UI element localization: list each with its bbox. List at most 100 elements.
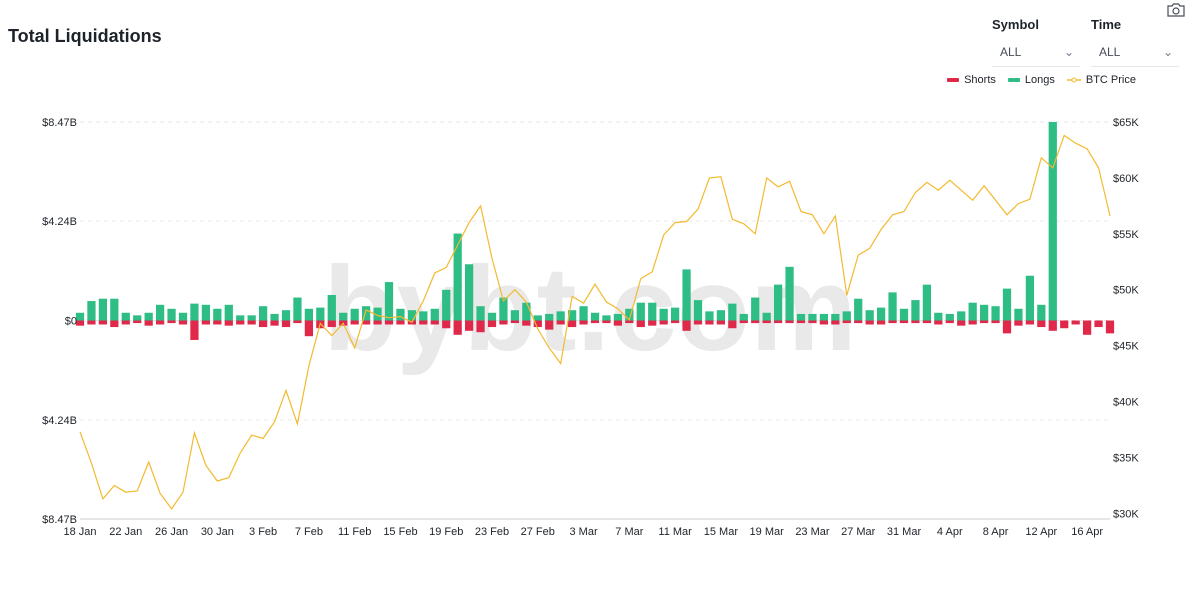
shorts-bar [545, 320, 554, 330]
longs-bar [384, 282, 394, 321]
longs-bar [87, 301, 96, 321]
shorts-bar [133, 320, 142, 324]
longs-bar [407, 310, 417, 321]
shorts-bar [178, 320, 188, 325]
longs-bar [808, 313, 817, 321]
longs-bar [396, 308, 405, 321]
shorts-bar [1060, 320, 1069, 329]
shorts-bar [705, 320, 714, 325]
longs-bar [854, 298, 863, 321]
shorts-bar [281, 320, 291, 328]
longs-bar [110, 298, 119, 321]
longs-bar [716, 310, 726, 321]
longs-bar [682, 269, 691, 321]
shorts-bar [648, 320, 657, 326]
shorts-bar [590, 320, 600, 324]
x-tick-label: 27 Feb [521, 526, 555, 538]
shorts-bar [808, 320, 817, 324]
longs-bar [133, 315, 142, 321]
shorts-bar [430, 320, 439, 325]
x-tick-label: 11 Mar [658, 526, 692, 538]
longs-bar [865, 310, 874, 321]
longs-bar [293, 297, 302, 321]
longs-bar [819, 313, 829, 321]
shorts-bar [304, 320, 314, 337]
shorts-bar [270, 320, 279, 326]
shorts-bar [762, 320, 771, 324]
shorts-bar [350, 320, 359, 325]
longs-bar [762, 312, 771, 321]
shorts-bar [167, 320, 176, 324]
shorts-bar [258, 320, 268, 328]
shorts-bar [751, 320, 760, 324]
shorts-bar [957, 320, 966, 326]
longs-bar [934, 312, 943, 321]
shorts-bar [636, 320, 645, 328]
longs-bar [613, 313, 623, 321]
shorts-bar [396, 320, 405, 325]
shorts-bar [1037, 320, 1046, 328]
shorts-bar [201, 320, 211, 325]
shorts-bar [522, 320, 531, 326]
shorts-bar [1048, 320, 1057, 331]
shorts-bar [236, 320, 245, 325]
shorts-bar [773, 320, 783, 324]
shorts-bar [602, 320, 611, 324]
longs-bar [545, 313, 554, 321]
y-left-tick-label: $8.47B [42, 514, 77, 526]
x-tick-label: 16 Apr [1071, 526, 1103, 538]
shorts-bar [876, 320, 886, 325]
shorts-bar [442, 320, 451, 329]
shorts-bar [785, 320, 794, 324]
shorts-bar [991, 320, 1000, 324]
shorts-bar [190, 320, 199, 340]
shorts-bar [945, 320, 954, 324]
shorts-bar [1002, 320, 1012, 334]
shorts-bar [487, 320, 497, 328]
shorts-bar [144, 320, 153, 326]
longs-bar [1002, 288, 1012, 321]
x-tick-label: 27 Mar [841, 526, 876, 538]
shorts-bar [854, 320, 863, 324]
shorts-bar [1094, 320, 1103, 328]
shorts-bar [1025, 320, 1035, 325]
shorts-bar [213, 320, 222, 325]
shorts-bar [1014, 320, 1023, 326]
longs-bar [258, 306, 268, 321]
longs-bar [1048, 122, 1057, 321]
longs-bar [705, 311, 714, 321]
longs-bar [728, 303, 737, 321]
shorts-bar [567, 320, 577, 328]
x-tick-label: 15 Feb [383, 526, 417, 538]
shorts-bar [968, 320, 977, 325]
y-left-tick-label: $4.24B [42, 415, 77, 427]
x-tick-label: 7 Mar [615, 526, 643, 538]
shorts-bar [579, 320, 588, 325]
shorts-bar [110, 320, 119, 328]
shorts-bar [98, 320, 108, 325]
longs-bar [201, 304, 211, 321]
longs-bar [281, 310, 291, 321]
shorts-bar [499, 320, 508, 325]
longs-bar [648, 302, 657, 321]
longs-bar [213, 308, 222, 321]
shorts-bar [373, 320, 382, 325]
longs-bar [270, 313, 279, 321]
y-right-tick-label: $45K [1113, 341, 1139, 353]
longs-bar [636, 302, 645, 321]
shorts-bar [510, 320, 520, 324]
x-tick-label: 15 Mar [704, 526, 739, 538]
longs-bar [968, 302, 977, 321]
longs-bar [945, 313, 954, 321]
longs-bar [155, 304, 165, 321]
shorts-bar [327, 320, 336, 328]
longs-bar [178, 312, 188, 321]
longs-bar [579, 306, 588, 321]
longs-bar [670, 307, 680, 321]
longs-bar [190, 303, 199, 321]
shorts-bar [1082, 320, 1092, 335]
x-tick-label: 8 Apr [983, 526, 1009, 538]
longs-bar [98, 298, 108, 321]
longs-bar [1014, 308, 1023, 321]
longs-bar [831, 313, 840, 321]
